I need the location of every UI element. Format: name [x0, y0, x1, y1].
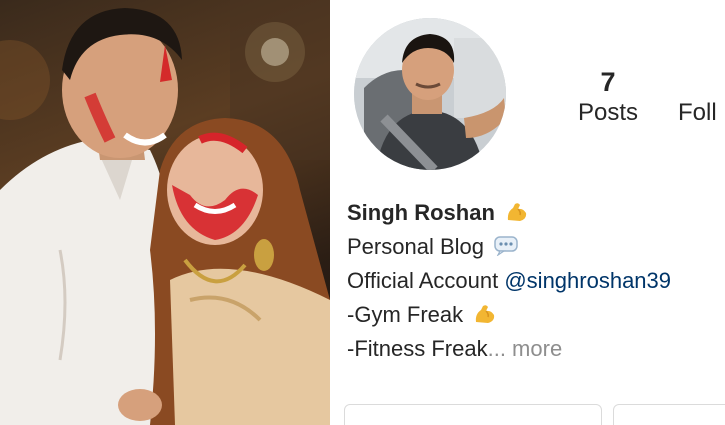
bio-line-3: -Gym Freak [347, 298, 725, 332]
photo-couple-icon [0, 0, 330, 425]
profile-avatar[interactable] [354, 18, 506, 170]
bio-more-link[interactable]: more [506, 336, 562, 361]
flexed-biceps-icon [476, 305, 495, 323]
bio-text-fitness-freak: -Fitness Freak [347, 336, 488, 361]
profile-name: Singh Roshan [347, 200, 495, 225]
bio-line-4: -Fitness Freak... more [347, 332, 725, 366]
posts-stat[interactable]: 7 Posts [568, 66, 648, 128]
bio-mention-link[interactable]: @singhroshan39 [504, 268, 671, 293]
bio-line-2: Official Account @singhroshan39 [347, 264, 725, 298]
bio-text-official-account: Official Account [347, 268, 505, 293]
couple-photo [0, 0, 330, 425]
posts-count: 7 [600, 67, 616, 97]
profile-action-button[interactable] [344, 404, 602, 425]
profile-secondary-button[interactable] [613, 404, 725, 425]
bio-line-1: Personal Blog [347, 230, 725, 264]
bio-text-gym-freak: -Gym Freak [347, 302, 464, 327]
profile-avatar-icon [354, 18, 506, 170]
profile-bio: Singh Roshan Personal Blog Official Acco… [347, 196, 725, 366]
bio-ellipsis: ... [487, 336, 506, 361]
speech-bubble-icon [494, 236, 518, 256]
bio-name-line: Singh Roshan [347, 196, 725, 230]
followers-stat[interactable]: Foll [678, 66, 725, 128]
panel-divider [330, 0, 338, 425]
followers-count [678, 66, 725, 98]
followers-label: Foll [678, 99, 717, 126]
profile-panel: 7 Posts Foll Singh Roshan Personal Blog [338, 0, 725, 425]
posts-label: Posts [577, 99, 639, 126]
bio-text-personal-blog: Personal Blog [347, 234, 484, 259]
flexed-biceps-icon [507, 203, 527, 221]
